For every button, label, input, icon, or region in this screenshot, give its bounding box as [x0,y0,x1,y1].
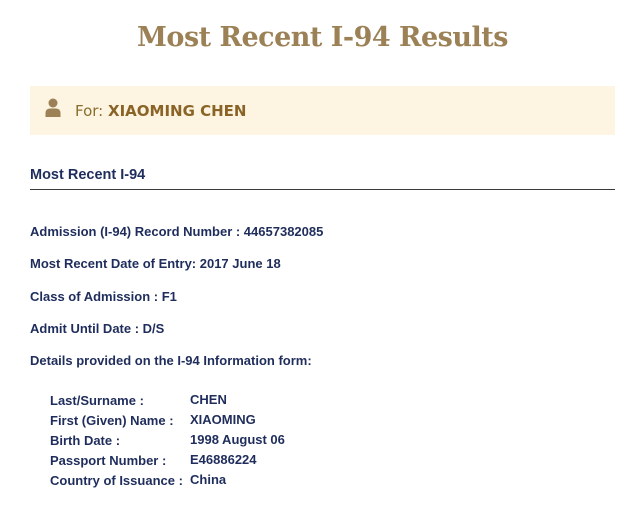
detail-label: First (Given) Name : [50,413,174,428]
section-divider [30,189,615,190]
user-icon [45,98,61,118]
detail-label: Last/Surname : [50,393,144,408]
detail-label: Passport Number : [50,453,167,468]
page-title: Most Recent I-94 Results [137,22,508,53]
detail-label: Birth Date : [50,433,121,448]
class-of-admission: Class of Admission : F1 [30,289,177,304]
detail-value: E46886224 [190,452,257,467]
for-banner: For: XIAOMING CHEN [30,86,615,135]
detail-value: China [190,472,227,487]
most-recent-entry-date: Most Recent Date of Entry: 2017 June 18 [30,256,281,271]
admission-record-number: Admission (I-94) Record Number : 4465738… [30,224,324,239]
details-intro: Details provided on the I-94 Information… [30,353,312,368]
detail-value: CHEN [190,392,227,407]
detail-label: Country of Issuance : [50,473,183,488]
detail-value: 1998 August 06 [190,432,285,447]
detail-value: XIAOMING [190,412,256,427]
admit-until-date: Admit Until Date : D/S [30,321,165,336]
section-heading: Most Recent I-94 [30,167,146,183]
traveler-name: XIAOMING CHEN [108,102,247,120]
for-label: For: XIAOMING CHEN [75,102,246,120]
for-prefix: For: [75,102,104,120]
